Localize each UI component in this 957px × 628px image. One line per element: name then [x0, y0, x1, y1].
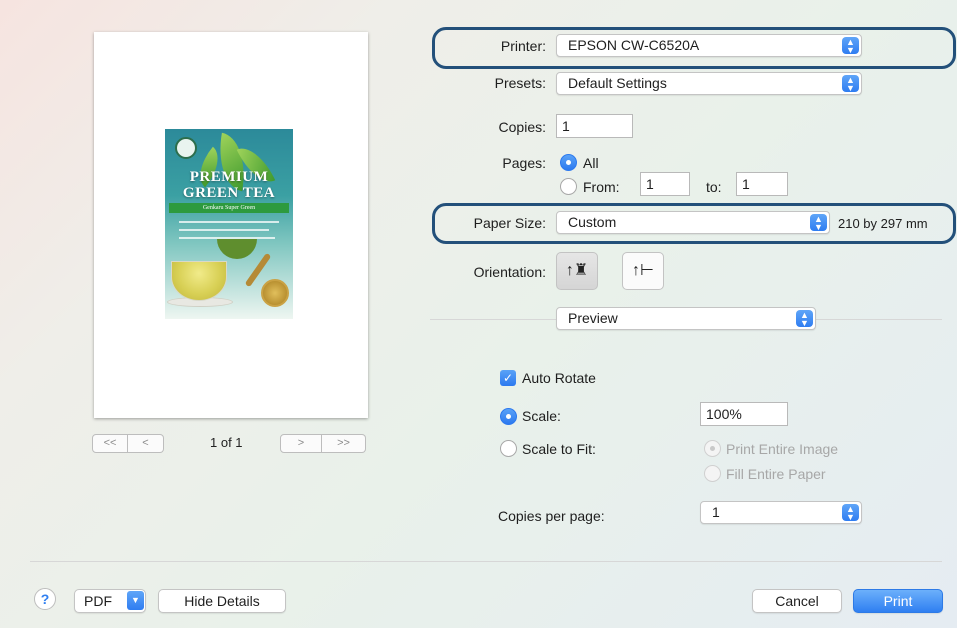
presets-value: Default Settings — [568, 75, 667, 91]
auto-rotate-label: Auto Rotate — [522, 370, 596, 386]
scale-radio[interactable] — [500, 408, 517, 425]
print-dialog: PREMIUM GREEN TEA Genkaru Super Green <<… — [0, 0, 957, 628]
fill-entire-paper-radio[interactable] — [704, 465, 721, 482]
footer-divider — [30, 561, 942, 562]
auto-rotate-checkbox[interactable]: ✓ — [500, 370, 516, 386]
print-entire-image-label: Print Entire Image — [726, 441, 839, 457]
fill-entire-paper-label: Fill Entire Paper — [726, 466, 826, 482]
tea-label-image: PREMIUM GREEN TEA Genkaru Super Green — [165, 129, 293, 319]
pages-all-radio[interactable] — [560, 154, 577, 171]
printer-label: Printer: — [500, 38, 546, 54]
copies-field[interactable]: 1 — [556, 114, 633, 138]
previous-page-button[interactable]: < — [128, 434, 164, 453]
pager-forward: > >> — [280, 434, 366, 453]
print-entire-image-radio[interactable] — [704, 440, 721, 457]
tea-cup-icon — [171, 261, 227, 301]
printer-value: EPSON CW-C6520A — [568, 37, 700, 53]
up-down-chevron-icon: ▲ ▼ — [796, 310, 813, 328]
scale-label: Scale: — [522, 408, 561, 424]
scale-to-fit-label: Scale to Fit: — [522, 441, 596, 457]
paper-size-label: Paper Size: — [473, 215, 546, 231]
hide-details-button[interactable]: Hide Details — [158, 589, 286, 613]
page-count: 1 of 1 — [210, 435, 243, 450]
paper-size-select[interactable]: Custom ▲ ▼ — [556, 211, 830, 234]
label-title-line-1: PREMIUM — [189, 169, 269, 185]
brand-logo-icon — [175, 137, 197, 159]
copies-per-page-label: Copies per page: — [498, 508, 605, 524]
pages-from-label: From: — [583, 179, 620, 195]
printer-select[interactable]: EPSON CW-C6520A ▲ ▼ — [556, 34, 862, 57]
orientation-label: Orientation: — [473, 264, 546, 280]
presets-label: Presets: — [494, 75, 546, 91]
matcha-bowl-icon — [217, 239, 257, 259]
up-down-chevron-icon: ▲ ▼ — [842, 504, 859, 522]
presets-select[interactable]: Default Settings ▲ ▼ — [556, 72, 862, 95]
up-down-chevron-icon: ▲ ▼ — [810, 214, 827, 232]
scale-to-fit-radio[interactable] — [500, 440, 517, 457]
last-page-button[interactable]: >> — [322, 434, 366, 453]
section-value: Preview — [568, 310, 618, 326]
landscape-orientation-button[interactable]: ↑⊢ — [622, 252, 664, 290]
pages-all-label: All — [583, 155, 599, 171]
portrait-icon: ↑♜ — [565, 262, 589, 279]
cancel-button[interactable]: Cancel — [752, 589, 842, 613]
copies-per-page-select[interactable]: 1 ▲ ▼ — [700, 501, 862, 524]
label-text-line — [179, 229, 269, 231]
print-button[interactable]: Print — [853, 589, 943, 613]
help-button[interactable]: ? — [34, 588, 56, 610]
chevron-down-icon: ▼ — [127, 591, 144, 610]
tea-spoon-icon — [261, 279, 289, 307]
paper-dimensions: 210 by 297 mm — [838, 216, 928, 231]
up-down-chevron-icon: ▲ ▼ — [842, 75, 859, 93]
print-preview-page: PREMIUM GREEN TEA Genkaru Super Green — [94, 32, 368, 418]
pages-from-radio[interactable] — [560, 178, 577, 195]
up-down-chevron-icon: ▲ ▼ — [842, 37, 859, 55]
copies-per-page-value: 1 — [712, 504, 720, 520]
copies-label: Copies: — [498, 119, 546, 135]
pages-label: Pages: — [502, 155, 546, 171]
next-page-button[interactable]: > — [280, 434, 322, 453]
label-title-line-2: GREEN TEA — [182, 185, 276, 201]
pager-back: << < — [92, 434, 164, 453]
pages-to-field[interactable]: 1 — [736, 172, 788, 196]
pdf-label: PDF — [84, 593, 112, 609]
pages-from-field[interactable]: 1 — [640, 172, 690, 196]
scale-field[interactable]: 100% — [700, 402, 788, 426]
first-page-button[interactable]: << — [92, 434, 128, 453]
pages-to-label: to: — [706, 179, 722, 195]
landscape-icon: ↑⊢ — [632, 262, 654, 279]
section-select[interactable]: Preview ▲ ▼ — [556, 307, 816, 330]
paper-size-value: Custom — [568, 214, 617, 230]
portrait-orientation-button[interactable]: ↑♜ — [556, 252, 598, 290]
label-band: Genkaru Super Green — [169, 203, 289, 213]
label-text-line — [179, 221, 279, 223]
